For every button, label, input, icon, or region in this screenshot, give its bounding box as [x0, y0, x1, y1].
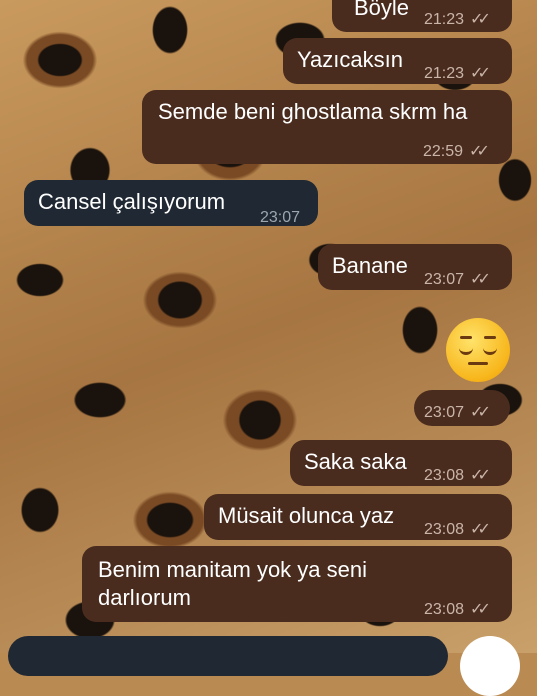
message-bubble-outgoing[interactable]: Yazıcaksın 21:23 ✓✓ [283, 38, 512, 84]
send-button[interactable] [460, 636, 520, 696]
message-time: 23:08 [424, 467, 465, 484]
message-time: 23:07 [424, 404, 465, 421]
message-meta: 23:08 ✓✓ [424, 516, 491, 544]
message-bubble-outgoing[interactable]: Böyle 21:23 ✓✓ [332, 0, 512, 32]
message-time: 22:59 [423, 143, 464, 160]
double-check-icon: ✓✓ [470, 271, 491, 288]
message-text: Böyle [354, 0, 410, 20]
message-meta: 23:07 [260, 204, 300, 232]
message-bubble-outgoing[interactable]: Müsait olunca yaz 23:08 ✓✓ [204, 494, 512, 540]
message-bubble-outgoing[interactable]: Banane 23:07 ✓✓ [318, 244, 512, 290]
message-time: 23:08 [424, 601, 465, 618]
message-meta: 23:08 ✓✓ [424, 462, 491, 490]
message-time: 21:23 [424, 65, 465, 82]
double-check-icon: ✓✓ [470, 521, 491, 538]
message-input-bar[interactable] [8, 636, 448, 676]
double-check-icon: ✓✓ [470, 65, 491, 82]
double-check-icon: ✓✓ [470, 467, 491, 484]
message-text: Cansel çalışıyorum [38, 189, 226, 214]
message-time: 21:23 [424, 11, 465, 28]
message-text-line-1: Benim manitam yok ya seni [98, 557, 367, 582]
message-time: 23:07 [260, 209, 301, 226]
message-text-line-2: darlıorum [98, 585, 191, 610]
message-text: Banane [332, 253, 408, 278]
message-bubble-incoming[interactable]: Cansel çalışıyorum 23:07 [24, 180, 318, 226]
message-time: 23:07 [424, 271, 465, 288]
message-meta: 22:59 ✓✓ [423, 138, 490, 166]
message-time: 23:08 [424, 521, 465, 538]
message-bubble-outgoing[interactable]: Semde beni ghostlama skrm ha 22:59 ✓✓ [142, 90, 512, 164]
pensive-face-emoji[interactable] [446, 318, 510, 382]
message-text: Yazıcaksın [297, 47, 403, 72]
message-meta: 21:23 ✓✓ [424, 6, 491, 34]
message-text: Müsait olunca yaz [218, 503, 395, 528]
message-meta: 23:07 ✓✓ [424, 266, 491, 294]
message-bubble-outgoing[interactable]: Saka saka 23:08 ✓✓ [290, 440, 512, 486]
emoji-meta-pill: 23:07 ✓✓ [414, 390, 510, 426]
double-check-icon: ✓✓ [470, 601, 491, 618]
message-meta: 21:23 ✓✓ [424, 60, 491, 88]
message-bubble-outgoing[interactable]: Benim manitam yok ya seni darlıorum 23:0… [82, 546, 512, 622]
message-meta: 23:08 ✓✓ [424, 596, 491, 624]
double-check-icon: ✓✓ [470, 11, 491, 28]
double-check-icon: ✓✓ [469, 143, 490, 160]
message-text: Saka saka [304, 449, 407, 474]
message-text: Semde beni ghostlama skrm ha [158, 99, 468, 124]
message-meta: 23:07 ✓✓ [424, 399, 491, 427]
double-check-icon: ✓✓ [470, 404, 491, 421]
